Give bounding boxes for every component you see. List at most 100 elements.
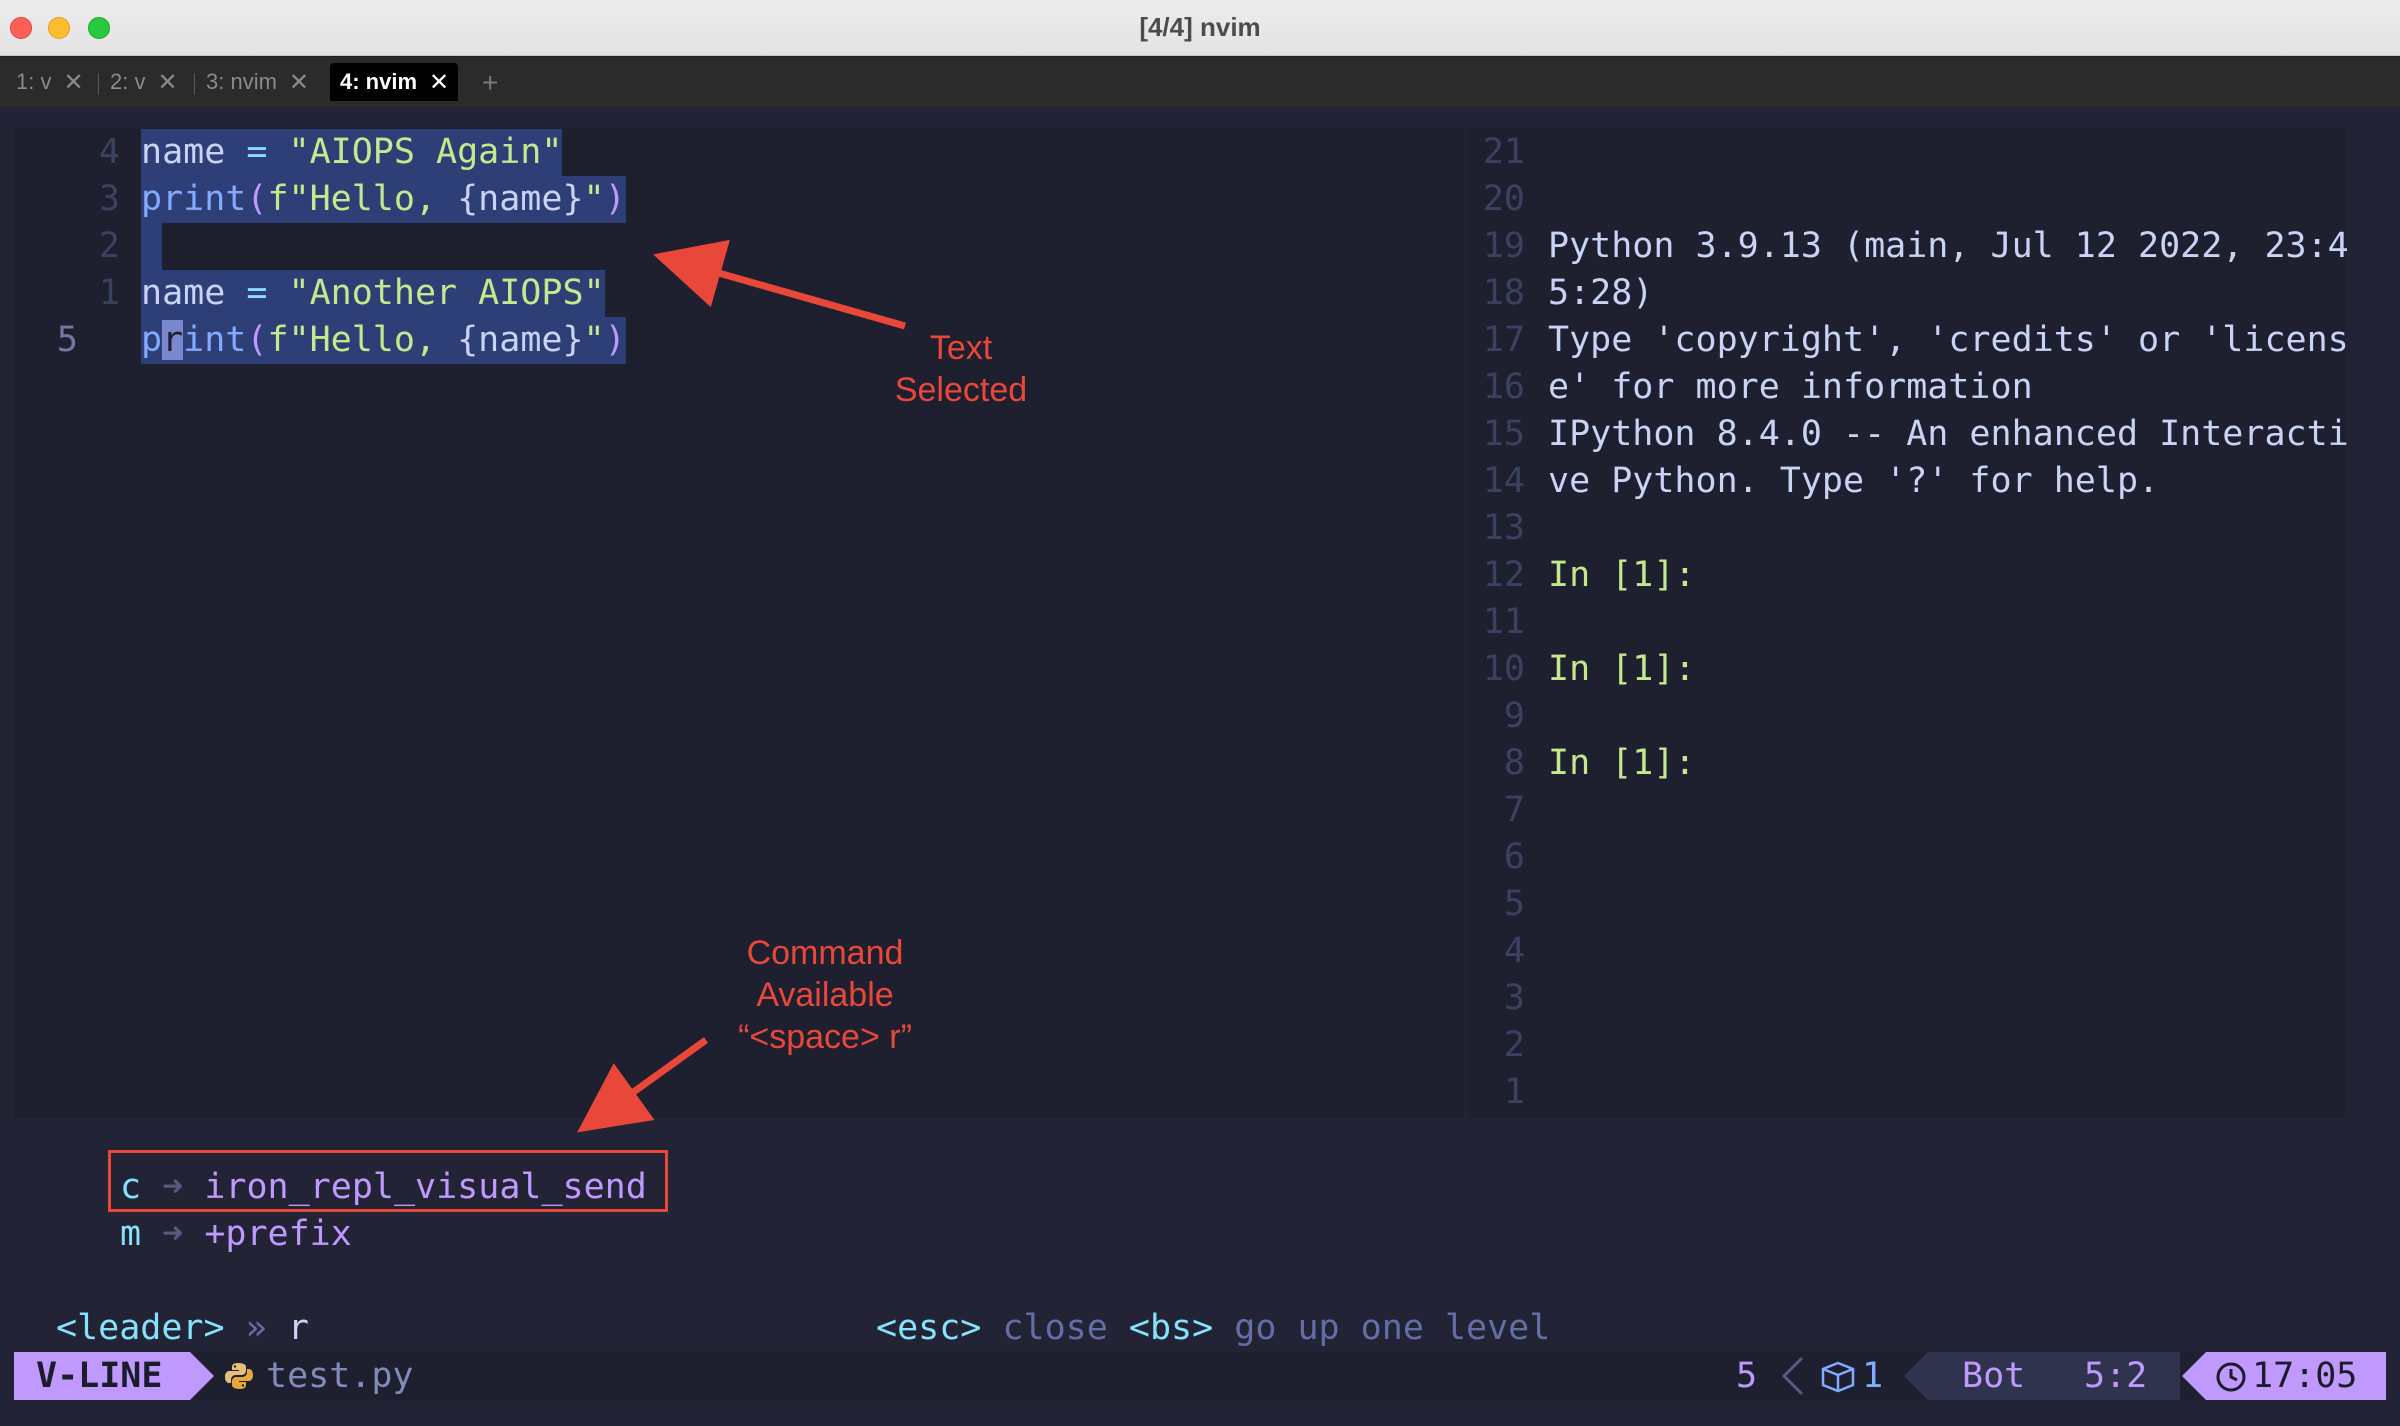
close-icon[interactable]: ✕ [429, 68, 449, 97]
mode-indicator: V-LINE [14, 1352, 190, 1400]
tab-divider [98, 73, 99, 95]
code-token: f"Hello, [267, 320, 458, 360]
hint-esc-key[interactable]: <esc> [876, 1308, 981, 1348]
code-token: = [225, 273, 289, 313]
close-icon[interactable]: ✕ [63, 68, 83, 97]
tab-label: 4: nvim [340, 69, 418, 94]
code-token: ( [246, 179, 268, 219]
code-token: name [141, 273, 226, 313]
code-token: " [583, 179, 605, 219]
which-key-item-prefix[interactable]: m ➜ +prefix [120, 1211, 352, 1258]
code-line[interactable]: print(f"Hello, {name}") [141, 176, 626, 223]
line-number: 1 [98, 273, 120, 313]
hint-bs-text: go up one level [1234, 1308, 1551, 1348]
new-tab-button[interactable]: + [482, 67, 498, 99]
code-line[interactable]: name = "AIOPS Again" [141, 129, 563, 176]
line-number: 19 [1482, 226, 1525, 266]
line-number: 15 [1482, 414, 1525, 454]
repl-output-line: 5:28) [1548, 273, 1654, 313]
clock-time: 17:05 [2252, 1356, 2358, 1396]
package-icon [1821, 1361, 1855, 1393]
code-token: = [225, 132, 289, 172]
line-number: 16 [1482, 367, 1525, 407]
annotation-highlight-box [108, 1150, 668, 1212]
tab-bar: 1: v ✕ 2: v ✕ 3: nvim ✕ 4: nvim ✕ + [0, 57, 2400, 107]
tab-label: 3: nvim [206, 69, 277, 94]
line-number: 1 [1503, 1072, 1525, 1112]
code-line[interactable] [141, 223, 162, 270]
line-number: 9 [1503, 696, 1525, 736]
code-token: f"Hello, [267, 179, 458, 219]
code-line-current[interactable]: print(f"Hello, {name}") [141, 317, 626, 364]
segment-separator [2182, 1352, 2206, 1400]
mode-separator [190, 1352, 214, 1400]
code-token: {name} [457, 179, 584, 219]
close-icon[interactable]: ✕ [157, 68, 177, 97]
line-number: 3 [1503, 978, 1525, 1018]
window-title: [4/4] nvim [1139, 12, 1261, 42]
annotation-line: Available [756, 976, 894, 1014]
scroll-position: Bot [1962, 1356, 2026, 1396]
chevron-left-icon [1781, 1356, 1804, 1396]
clock-segment: 17:05 [2206, 1352, 2386, 1400]
repl-pane-margin [2345, 128, 2386, 1118]
tab-label: 1: v [16, 69, 52, 94]
which-key-hints: <esc> close <bs> go up one level [876, 1305, 1550, 1352]
window-titlebar: [4/4] nvim [0, 0, 2400, 56]
hint-esc-text: close [1002, 1308, 1108, 1348]
breadcrumb-key: r [287, 1308, 309, 1348]
code-token: name [141, 132, 226, 172]
buffer-count: 1 [1862, 1356, 1884, 1396]
python-icon [225, 1363, 253, 1389]
arrow-right-icon: ➜ [162, 1214, 184, 1254]
repl-output-line: Type 'copyright', 'credits' or 'licens [1548, 320, 2349, 360]
cursor-position: 5:2 [2084, 1356, 2148, 1396]
close-icon[interactable]: ✕ [289, 68, 309, 97]
which-key-desc: +prefix [204, 1214, 352, 1254]
annotation-command-available: Command Available “<space> r” [700, 932, 950, 1058]
annotation-line: “<space> r” [738, 1018, 912, 1056]
selection-count: 5 [1736, 1356, 1758, 1396]
annotation-line: Text [929, 329, 993, 367]
code-token: ) [604, 320, 626, 360]
line-number: 10 [1482, 649, 1525, 689]
line-number: 14 [1482, 461, 1525, 501]
annotation-text-selected: Text Selected [866, 327, 1056, 411]
code-token: {name} [457, 320, 584, 360]
repl-input-prompt[interactable]: In [1]: [1548, 552, 1696, 599]
line-number: 8 [1503, 743, 1525, 783]
line-number: 13 [1482, 508, 1525, 548]
line-number: 3 [98, 179, 120, 219]
annotation-line: Selected [894, 371, 1028, 409]
tab-divider [194, 73, 195, 95]
line-number: 18 [1482, 273, 1525, 313]
segment-separator [1904, 1352, 1928, 1400]
which-key-breadcrumb: <leader> » r [56, 1305, 309, 1352]
line-number: 5 [1503, 884, 1525, 924]
code-token: p [141, 320, 163, 360]
text-cursor: r [162, 320, 184, 360]
tab-label: 2: v [110, 69, 146, 94]
code-token: ( [246, 320, 268, 360]
tab-1[interactable]: 1: v ✕ [8, 63, 84, 101]
line-number: 20 [1482, 179, 1525, 219]
current-line-number: 5 [56, 320, 78, 360]
position-segment: Bot 5:2 [1928, 1352, 2180, 1400]
clock-icon [2216, 1362, 2246, 1392]
code-token: print [141, 179, 247, 219]
line-number: 2 [1503, 1025, 1525, 1065]
tab-3[interactable]: 3: nvim ✕ [198, 63, 309, 101]
code-token: "Another AIOPS" [288, 273, 605, 313]
code-line[interactable]: name = "Another AIOPS" [141, 270, 605, 317]
line-number: 6 [1503, 837, 1525, 877]
line-number: 7 [1503, 790, 1525, 830]
file-name: test.py [266, 1356, 414, 1396]
tab-2[interactable]: 2: v ✕ [102, 63, 178, 101]
repl-input-prompt[interactable]: In [1]: [1548, 740, 1696, 787]
repl-input-prompt[interactable]: In [1]: [1548, 646, 1696, 693]
code-token: int [183, 320, 247, 360]
tab-4[interactable]: 4: nvim ✕ [330, 63, 458, 101]
breadcrumb-separator: » [245, 1308, 267, 1348]
hint-bs-key[interactable]: <bs> [1129, 1308, 1213, 1348]
